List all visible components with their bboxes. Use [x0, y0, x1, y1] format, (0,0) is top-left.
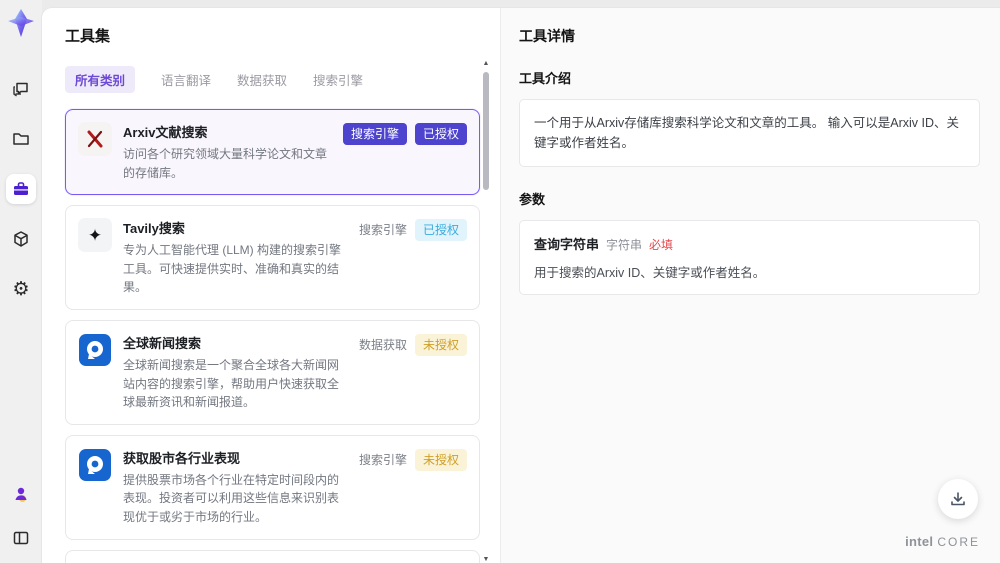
page-title: 工具集	[65, 28, 111, 45]
content-shell: 工具集 所有类别 语言翻译 数据获取 搜索引擎 Arxiv文献搜索 访问各个研究…	[42, 8, 1000, 563]
app-logo-icon	[6, 8, 36, 38]
download-button[interactable]	[938, 479, 978, 519]
tool-description: 全球新闻搜索是一个聚合全球各大新闻网站内容的搜索引擎，帮助用户快速获取全球最新资…	[123, 357, 340, 410]
nav-cube-icon[interactable]	[6, 224, 36, 254]
param-required-flag: 必填	[649, 238, 674, 252]
tool-card-tavily[interactable]: ✦ Tavily搜索 专为人工智能代理 (LLM) 构建的搜索引擎工具。可快速提…	[65, 205, 480, 310]
rail-nav: ⚙	[6, 74, 36, 304]
tool-name: Tavily搜索	[123, 221, 185, 237]
tool-card-arxiv[interactable]: Arxiv文献搜索 访问各个研究领域大量科学论文和文章的存储库。 搜索引擎 已授…	[65, 109, 480, 196]
tool-description: 提供股票市场各个行业在特定时间段内的表现。投资者可以利用这些信息来识别表现优于或…	[123, 472, 340, 524]
tool-list-panel: 工具集 所有类别 语言翻译 数据获取 搜索引擎 Arxiv文献搜索 访问各个研究…	[42, 8, 500, 563]
list-scrollbar[interactable]: ▲ ▼	[482, 60, 490, 563]
auth-badge: 已授权	[414, 219, 467, 242]
download-icon	[951, 492, 965, 506]
scroll-up-arrow[interactable]: ▲	[482, 60, 490, 67]
auth-badge: 未授权	[414, 333, 467, 356]
nav-toolbox-icon-active[interactable]	[6, 174, 36, 204]
scrollbar-thumb[interactable]	[483, 72, 489, 190]
tool-name: 获取股市各行业表现	[123, 450, 241, 466]
auth-badge: 未授权	[414, 448, 467, 471]
param-type: 字符串	[606, 238, 643, 252]
news-search-icon	[78, 333, 112, 367]
category-badge: 搜索引擎	[342, 123, 407, 145]
nav-chat-icon[interactable]	[6, 74, 36, 104]
scroll-down-arrow[interactable]: ▼	[482, 556, 490, 563]
sparkle-icon: ✦	[78, 218, 112, 253]
parameter-box: 查询字符串 字符串 必填 用于搜索的Arxiv ID、关键字或作者姓名。	[519, 220, 980, 295]
tool-details-panel: 工具详情 工具介绍 一个用于从Arxiv存储库搜索科学论文和文章的工具。 输入可…	[500, 8, 1000, 563]
tab-data-fetch[interactable]: 数据获取	[237, 66, 287, 93]
tool-card-most-active-stocks[interactable]: 获取市场最活跃股票信息 提供当天交易量最高的股票列表，投资者可以利用这些信息来识…	[65, 549, 480, 563]
param-description: 用于搜索的Arxiv ID、关键字或作者姓名。	[534, 266, 766, 280]
category-label: 数据获取	[358, 337, 407, 352]
tool-name: 全球新闻搜索	[123, 335, 202, 351]
category-label: 搜索引擎	[358, 452, 407, 467]
arxiv-logo-icon	[78, 122, 112, 156]
tool-description: 专为人工智能代理 (LLM) 构建的搜索引擎工具。可快速提供实时、准确和真实的结…	[123, 243, 342, 295]
nav-settings-icon[interactable]: ⚙	[6, 274, 36, 304]
intro-heading: 工具介绍	[519, 71, 572, 86]
user-avatar-icon[interactable]	[6, 479, 36, 509]
nav-folder-icon[interactable]	[6, 124, 36, 154]
auth-badge: 已授权	[414, 123, 467, 145]
rail-bottom	[6, 479, 36, 553]
tool-description: 访问各个研究领域大量科学论文和文章的存储库。	[123, 147, 328, 180]
collapse-panel-icon[interactable]	[6, 523, 36, 553]
intro-text-box: 一个用于从Arxiv存储库搜索科学论文和文章的工具。 输入可以是Arxiv ID…	[519, 99, 980, 167]
stock-search-icon	[78, 448, 112, 482]
left-rail: ⚙	[0, 0, 42, 563]
intel-core-logo: intel core	[905, 534, 980, 549]
tool-card-list: Arxiv文献搜索 访问各个研究领域大量科学论文和文章的存储库。 搜索引擎 已授…	[65, 109, 480, 563]
details-title: 工具详情	[519, 28, 575, 44]
params-heading: 参数	[519, 192, 546, 207]
gear-icon: ⚙	[12, 278, 30, 300]
tool-name: Arxiv文献搜索	[123, 125, 208, 140]
tab-language-translation[interactable]: 语言翻译	[161, 66, 211, 93]
category-label: 搜索引擎	[358, 223, 407, 238]
tab-search-engine[interactable]: 搜索引擎	[313, 66, 363, 93]
app-window: ⚙ 工具集 所有类别 语言翻译 数据获取 搜索引擎 Arxiv文献搜索 访问各个…	[0, 0, 1000, 563]
tool-card-sector-performance[interactable]: 获取股市各行业表现 提供股票市场各个行业在特定时间段内的表现。投资者可以利用这些…	[65, 434, 480, 540]
param-name: 查询字符串	[534, 237, 600, 252]
tool-card-global-news[interactable]: 全球新闻搜索 全球新闻搜索是一个聚合全球各大新闻网站内容的搜索引擎，帮助用户快速…	[65, 319, 480, 425]
category-tabs: 所有类别 语言翻译 数据获取 搜索引擎	[65, 66, 500, 93]
tab-all-categories[interactable]: 所有类别	[65, 66, 136, 93]
